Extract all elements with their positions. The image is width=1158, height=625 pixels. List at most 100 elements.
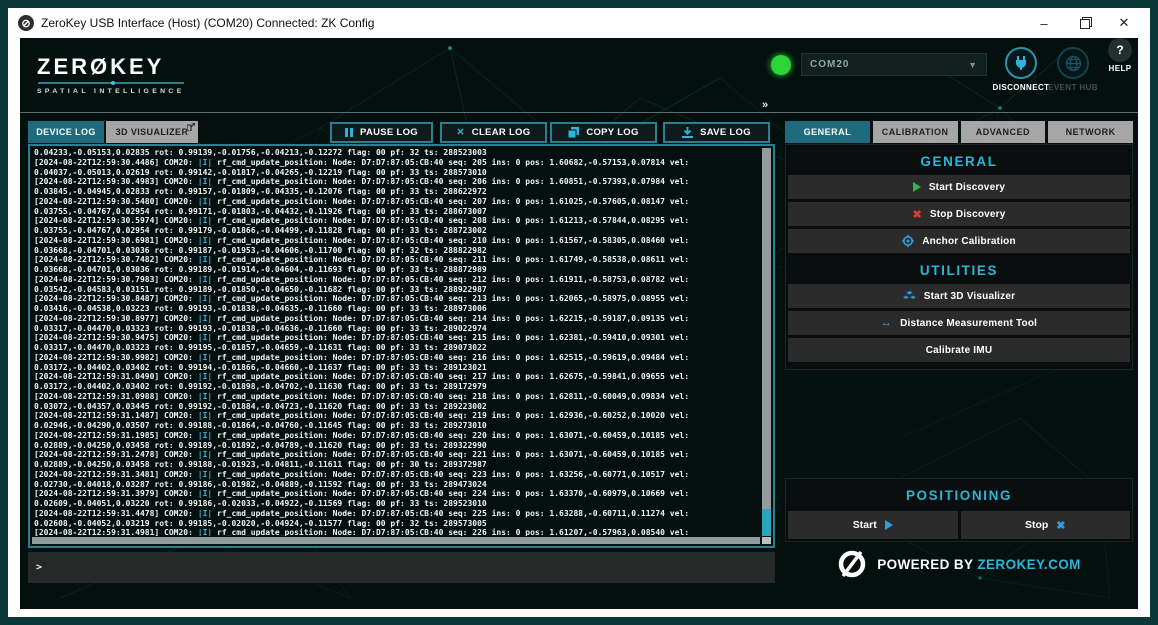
positioning-start-label: Start bbox=[853, 519, 877, 531]
log-level-info: |I| bbox=[198, 431, 212, 440]
log-line: 0.03755,-0.04767,0.02954 rot: 0.99179,-0… bbox=[34, 226, 757, 236]
tab-advanced[interactable]: ADVANCED bbox=[961, 121, 1046, 143]
log-horizontal-scrollbar[interactable] bbox=[32, 537, 760, 544]
start-discovery-label: Start Discovery bbox=[929, 182, 1005, 193]
calibrate-imu-label: Calibrate IMU bbox=[926, 345, 993, 356]
log-line: [2024-08-22T12:59:31.0988] COM20: |I| rf… bbox=[34, 392, 757, 402]
positioning-buttons: Start Stop ✖ bbox=[788, 511, 1130, 539]
log-line: [2024-08-22T12:59:30.5974] COM20: |I| rf… bbox=[34, 216, 757, 226]
tab-calibration-label: CALIBRATION bbox=[882, 127, 949, 137]
zerokey-emblem-icon bbox=[837, 549, 867, 579]
event-hub-button[interactable] bbox=[1057, 47, 1089, 79]
minimize-button[interactable]: – bbox=[1024, 8, 1064, 38]
clear-log-button[interactable]: ✕ CLEAR LOG bbox=[440, 122, 547, 143]
positioning-start-button[interactable]: Start bbox=[788, 511, 958, 539]
save-log-button[interactable]: SAVE LOG bbox=[663, 122, 770, 143]
maximize-button[interactable] bbox=[1064, 8, 1104, 38]
pause-log-button[interactable]: PAUSE LOG bbox=[330, 122, 433, 143]
log-line: 0.03416,-0.04538,0.03223 rot: 0.99193,-0… bbox=[34, 304, 757, 314]
close-button[interactable]: ✕ bbox=[1104, 8, 1144, 38]
disconnect-button[interactable] bbox=[1005, 47, 1037, 79]
window-controls: – ✕ bbox=[1024, 8, 1144, 38]
pause-log-label: PAUSE LOG bbox=[360, 127, 418, 138]
help-button[interactable]: ? bbox=[1108, 38, 1132, 62]
tab-general-label: GENERAL bbox=[804, 127, 852, 137]
log-line: 0.02608,-0.04052,0.03219 rot: 0.99185,-0… bbox=[34, 519, 757, 529]
log-line: [2024-08-22T12:59:31.2478] COM20: |I| rf… bbox=[34, 450, 757, 460]
app-window: ⊘ ZeroKey USB Interface (Host) (COM20) C… bbox=[8, 8, 1150, 617]
positioning-stop-button[interactable]: Stop ✖ bbox=[961, 511, 1131, 539]
device-log-panel: 0.04233,-0.05153,0.02835 rot: 0.99139,-0… bbox=[28, 144, 775, 548]
log-vertical-scrollbar[interactable] bbox=[762, 148, 771, 536]
play-icon bbox=[885, 520, 893, 530]
tab-advanced-label: ADVANCED bbox=[976, 127, 1030, 137]
start-discovery-button[interactable]: Start Discovery bbox=[788, 175, 1130, 199]
logo-divider bbox=[38, 82, 184, 84]
start-3d-visualizer-button[interactable]: Start 3D Visualizer bbox=[788, 284, 1130, 308]
plug-icon bbox=[1013, 55, 1029, 71]
cubes-3d-icon bbox=[903, 291, 916, 302]
calibrate-imu-button[interactable]: Calibrate IMU bbox=[788, 338, 1130, 362]
log-level-info: |I| bbox=[198, 411, 212, 420]
help-label: HELP bbox=[1105, 64, 1135, 73]
tab-network[interactable]: NETWORK bbox=[1048, 121, 1133, 143]
window-title: ZeroKey USB Interface (Host) (COM20) Con… bbox=[41, 16, 374, 30]
clear-icon: ✕ bbox=[457, 127, 465, 138]
log-level-info: |I| bbox=[198, 333, 212, 342]
log-line: [2024-08-22T12:59:30.4486] COM20: |I| rf… bbox=[34, 158, 757, 168]
anchor-calibration-label: Anchor Calibration bbox=[922, 236, 1016, 247]
target-icon bbox=[902, 235, 914, 247]
stop-discovery-button[interactable]: ✖ Stop Discovery bbox=[788, 202, 1130, 226]
log-line: [2024-08-22T12:59:30.5480] COM20: |I| rf… bbox=[34, 197, 757, 207]
tab-device-log[interactable]: DEVICE LOG bbox=[28, 121, 104, 143]
question-mark-icon: ? bbox=[1116, 43, 1123, 57]
log-level-info: |I| bbox=[198, 353, 212, 362]
zerokey-site-link[interactable]: ZEROKEY.COM bbox=[977, 557, 1080, 572]
log-line: [2024-08-22T12:59:30.4983] COM20: |I| rf… bbox=[34, 177, 757, 187]
log-level-info: |I| bbox=[198, 509, 212, 518]
log-line: 0.03072,-0.04357,0.03445 rot: 0.99192,-0… bbox=[34, 402, 757, 412]
copy-log-label: COPY LOG bbox=[586, 127, 638, 138]
chevron-down-icon: ▼ bbox=[968, 60, 978, 70]
powered-by-text: POWERED BY ZEROKEY.COM bbox=[877, 557, 1081, 572]
log-line: [2024-08-22T12:59:31.1985] COM20: |I| rf… bbox=[34, 431, 757, 441]
log-level-info: |I| bbox=[198, 255, 212, 264]
tab-3d-visualizer[interactable]: 3D VISUALIZER bbox=[106, 121, 198, 143]
anchor-calibration-button[interactable]: Anchor Calibration bbox=[788, 229, 1130, 253]
distance-measurement-tool-button[interactable]: ↔ Distance Measurement Tool bbox=[788, 311, 1130, 335]
com-port-select[interactable]: COM20 ▼ bbox=[801, 53, 987, 76]
utilities-section-title: UTILITIES bbox=[788, 256, 1130, 284]
log-output[interactable]: 0.04233,-0.05153,0.02835 rot: 0.99139,-0… bbox=[34, 148, 757, 536]
log-level-info: |I| bbox=[198, 470, 212, 479]
log-line: [2024-08-22T12:59:30.6981] COM20: |I| rf… bbox=[34, 236, 757, 246]
command-input[interactable]: > bbox=[28, 552, 775, 583]
log-line: 0.04037,-0.05013,0.02619 rot: 0.99142,-0… bbox=[34, 168, 757, 178]
log-level-info: |I| bbox=[198, 216, 212, 225]
start-3d-visualizer-label: Start 3D Visualizer bbox=[924, 291, 1015, 302]
powered-by-footer: POWERED BY ZEROKEY.COM bbox=[785, 549, 1133, 579]
log-line: [2024-08-22T12:59:30.8487] COM20: |I| rf… bbox=[34, 294, 757, 304]
play-icon bbox=[913, 182, 921, 192]
window-titlebar: ⊘ ZeroKey USB Interface (Host) (COM20) C… bbox=[8, 8, 1150, 38]
log-line: 0.03668,-0.04701,0.03036 rot: 0.99189,-0… bbox=[34, 265, 757, 275]
panel-expander-chevrons[interactable]: » bbox=[762, 99, 767, 111]
log-level-info: |I| bbox=[198, 275, 212, 284]
powered-by-label: POWERED BY bbox=[877, 557, 973, 572]
app-content: ZERØKEY SPATIAL INTELLIGENCE COM20 ▼ DIS… bbox=[20, 38, 1138, 609]
log-level-info: |I| bbox=[198, 177, 212, 186]
log-line: 0.04233,-0.05153,0.02835 rot: 0.99139,-0… bbox=[34, 148, 757, 158]
tab-calibration[interactable]: CALIBRATION bbox=[873, 121, 958, 143]
log-level-info: |I| bbox=[198, 197, 212, 206]
connection-status-dot bbox=[771, 55, 791, 75]
tab-general[interactable]: GENERAL bbox=[785, 121, 870, 143]
log-vertical-scrollbar-thumb[interactable] bbox=[762, 509, 771, 536]
log-line: [2024-08-22T12:59:31.4981] COM20: |I| rf… bbox=[34, 528, 757, 536]
log-line: [2024-08-22T12:59:30.8977] COM20: |I| rf… bbox=[34, 314, 757, 324]
copy-log-button[interactable]: COPY LOG bbox=[550, 122, 657, 143]
log-line: [2024-08-22T12:59:31.3481] COM20: |I| rf… bbox=[34, 470, 757, 480]
log-level-info: |I| bbox=[198, 450, 212, 459]
command-prompt: > bbox=[36, 562, 42, 573]
clear-log-label: CLEAR LOG bbox=[472, 127, 531, 138]
zerokey-logo: ZERØKEY SPATIAL INTELLIGENCE bbox=[37, 54, 185, 95]
tab-network-label: NETWORK bbox=[1066, 127, 1116, 137]
